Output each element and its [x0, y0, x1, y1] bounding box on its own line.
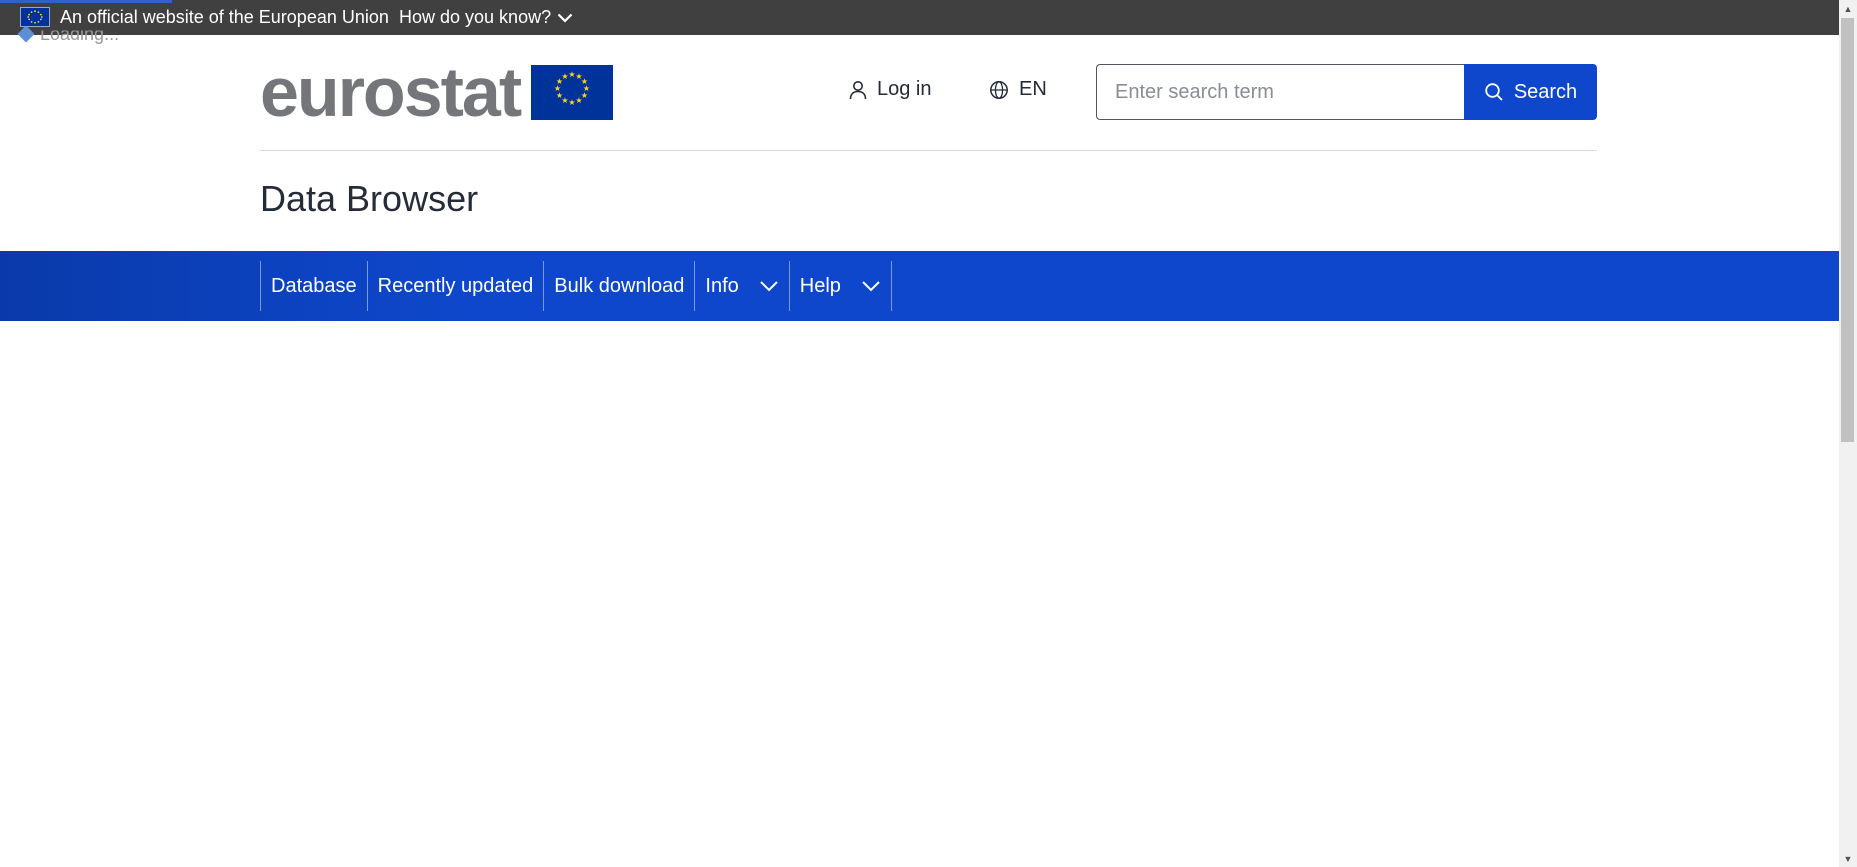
eu-flag-icon: ★ ★ ★ ★ ★ ★ ★ ★ ★ ★ ★ ★ — [531, 64, 614, 120]
nav-item-database[interactable]: Database — [261, 261, 368, 311]
nav-item-label: Database — [271, 274, 357, 297]
svg-text:★: ★ — [576, 96, 583, 105]
language-label: EN — [1019, 78, 1047, 100]
page-title: Data Browser — [260, 178, 479, 219]
loading-diamond-icon — [17, 25, 35, 43]
login-link[interactable]: Log in — [849, 78, 932, 101]
scroll-up-arrow-icon[interactable]: ▲ — [1839, 0, 1857, 17]
how-do-you-know-label: How do you know? — [399, 7, 552, 27]
header-divider — [260, 150, 1597, 151]
search-input[interactable] — [1096, 64, 1464, 120]
nav-item-help[interactable]: Help — [790, 261, 892, 311]
nav-item-label: Bulk download — [554, 274, 685, 297]
nav-item-bulk-download[interactable]: Bulk download — [544, 261, 696, 311]
nav-item-label: Help — [799, 274, 841, 297]
scrollbar-thumb[interactable] — [1841, 18, 1854, 442]
nav-item-info[interactable]: Info — [695, 261, 790, 311]
official-eu-banner: An official website of the European Unio… — [0, 0, 1839, 35]
nav-item-recently-updated[interactable]: Recently updated — [368, 261, 545, 311]
scroll-down-arrow-icon[interactable]: ▼ — [1839, 850, 1857, 867]
chevron-down-icon — [862, 281, 880, 292]
how-do-you-know-toggle[interactable]: How do you know? — [399, 7, 573, 28]
svg-text:★: ★ — [569, 98, 576, 107]
nav-list: Database Recently updated Bulk download … — [260, 261, 892, 311]
nav-item-label: Info — [705, 274, 739, 297]
eurostat-logo-text: eurostat — [260, 53, 522, 131]
loading-text: Loading... — [40, 23, 120, 44]
search-form: Search — [1096, 64, 1597, 120]
search-icon — [1485, 83, 1503, 101]
user-icon — [849, 80, 867, 99]
language-selector[interactable]: EN — [989, 78, 1047, 101]
chevron-down-icon — [557, 13, 573, 23]
nav-item-label: Recently updated — [377, 274, 534, 297]
loading-progress-bar — [0, 0, 172, 3]
loading-indicator: Loading... — [17, 22, 120, 46]
globe-icon — [990, 80, 1008, 99]
page-scrollbar[interactable]: ▲ ▼ — [1839, 0, 1857, 867]
search-button[interactable]: Search — [1464, 64, 1597, 120]
svg-text:★: ★ — [562, 72, 569, 81]
main-navigation: Database Recently updated Bulk download … — [0, 251, 1839, 321]
eurostat-logo[interactable]: eurostat ★ ★ ★ ★ ★ ★ ★ ★ ★ ★ ★ ★ — [260, 53, 614, 131]
search-button-label: Search — [1513, 80, 1578, 103]
login-label: Log in — [877, 78, 932, 100]
chevron-down-icon — [760, 281, 778, 292]
